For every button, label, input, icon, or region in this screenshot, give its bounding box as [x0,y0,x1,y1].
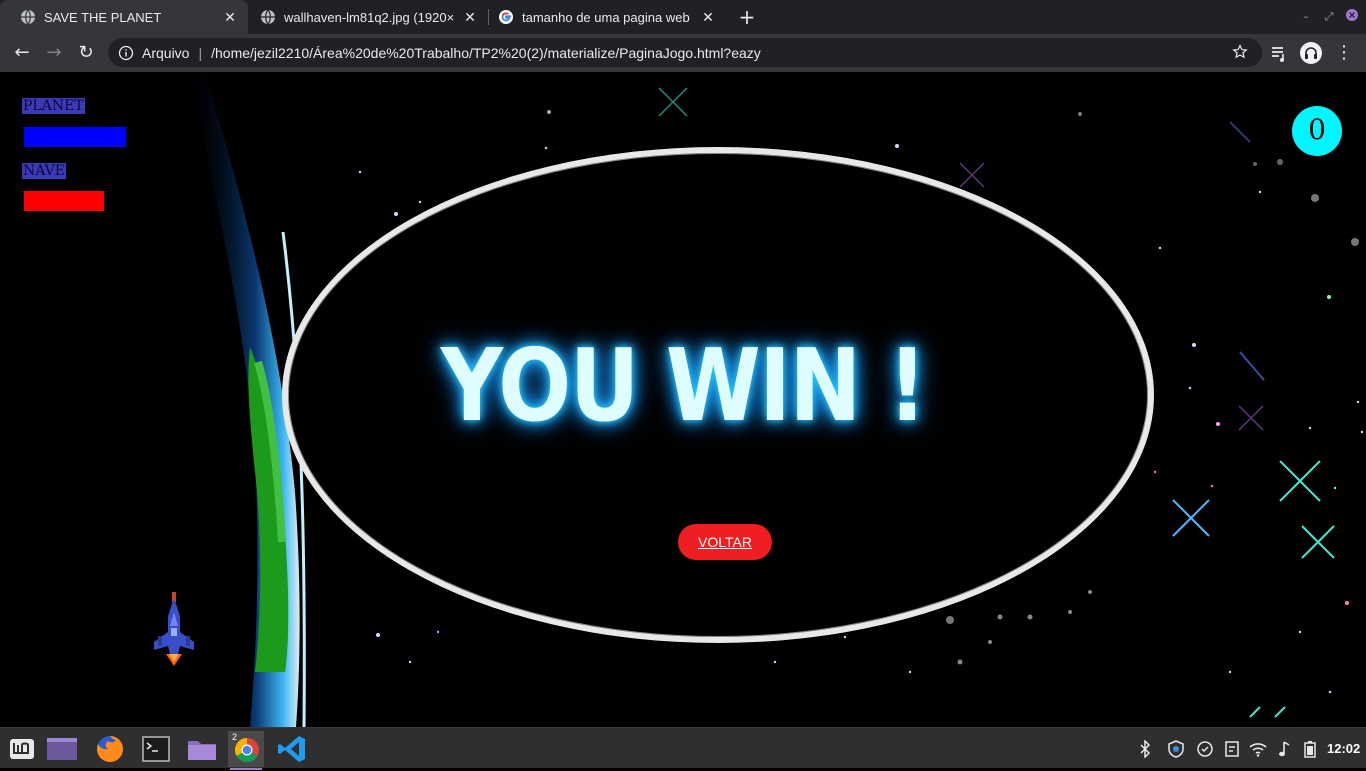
media-queue-icon[interactable] [1268,42,1290,64]
taskbar: 2 12:02 [0,727,1366,770]
terminal-icon[interactable] [138,731,174,767]
globe-icon [21,9,35,25]
ship-health-label: NAVE [22,163,66,179]
tab-save-the-planet[interactable]: SAVE THE PLANET ✕ [0,0,248,34]
address-bar[interactable]: Arquivo | /home/jezil2210/Área%20de%20Tr… [108,38,1262,67]
tab-strip: SAVE THE PLANET ✕ wallhaven-lm81q2.jpg (… [0,0,1366,34]
new-tab-button[interactable]: + [737,7,757,27]
forward-arrow-icon[interactable]: → [42,41,66,65]
score-counter: 0 [1292,106,1342,156]
clock[interactable]: 12:02 [1327,741,1360,756]
chrome-taskbar-button[interactable]: 2 [228,731,264,770]
globe-icon [261,9,275,25]
planet-health-bar [24,127,126,147]
omnibox-divider: | [198,44,203,61]
browser-toolbar: ← → ↻ Arquivo | /home/jezil2210/Área%20d… [0,34,1366,72]
files-icon[interactable] [184,731,220,767]
vscode-icon[interactable] [274,731,310,767]
reload-icon[interactable]: ↻ [74,41,98,65]
menu-kebab-icon[interactable]: ⋮ [1332,41,1356,65]
mint-menu-icon[interactable] [4,731,40,767]
window-count-badge: 2 [232,732,238,742]
shield-icon[interactable] [1167,740,1185,758]
close-tab-icon[interactable]: ✕ [222,9,238,25]
minimize-icon[interactable]: – [1298,9,1314,25]
tab-wallhaven[interactable]: wallhaven-lm81q2.jpg (1920× ✕ [240,0,488,34]
bookmark-star-icon[interactable] [1232,44,1248,60]
google-icon [499,10,513,24]
tab-title: SAVE THE PLANET [44,9,162,25]
back-arrow-icon[interactable]: ← [10,41,34,65]
close-tab-icon[interactable]: ✕ [700,9,716,25]
url-text[interactable]: /home/jezil2210/Área%20de%20Trabalho/TP2… [211,45,761,61]
maximize-icon[interactable]: ⤢ [1321,9,1337,25]
update-clock-icon[interactable] [1196,740,1214,758]
tab-google-search[interactable]: tamanho de uma pagina web ✕ [478,0,726,34]
back-button[interactable]: VOLTAR [678,524,772,560]
planet-health-label: PLANET [22,98,85,114]
tab-title: tamanho de uma pagina web [522,9,690,25]
firefox-icon[interactable] [92,731,128,767]
battery-icon[interactable] [1301,740,1319,758]
sound-icon[interactable] [1276,740,1294,758]
clipboard-icon[interactable] [1223,740,1241,758]
close-window-icon[interactable] [1344,9,1360,25]
tab-title: wallhaven-lm81q2.jpg (1920× [284,9,455,25]
info-icon[interactable] [118,45,134,61]
player-spaceship[interactable] [150,592,198,670]
ship-health-bar [24,191,104,211]
show-desktop-icon[interactable] [44,731,80,767]
origin-label: Arquivo [142,44,190,61]
win-message: YOU WIN ! [440,327,927,444]
wifi-icon[interactable] [1249,740,1267,758]
bluetooth-icon[interactable] [1136,740,1154,758]
close-tab-icon[interactable]: ✕ [462,9,478,25]
headphones-icon[interactable] [1300,42,1322,64]
game-canvas[interactable]: PLANET NAVE 0 YOU WIN ! VOLTAR [0,72,1366,727]
